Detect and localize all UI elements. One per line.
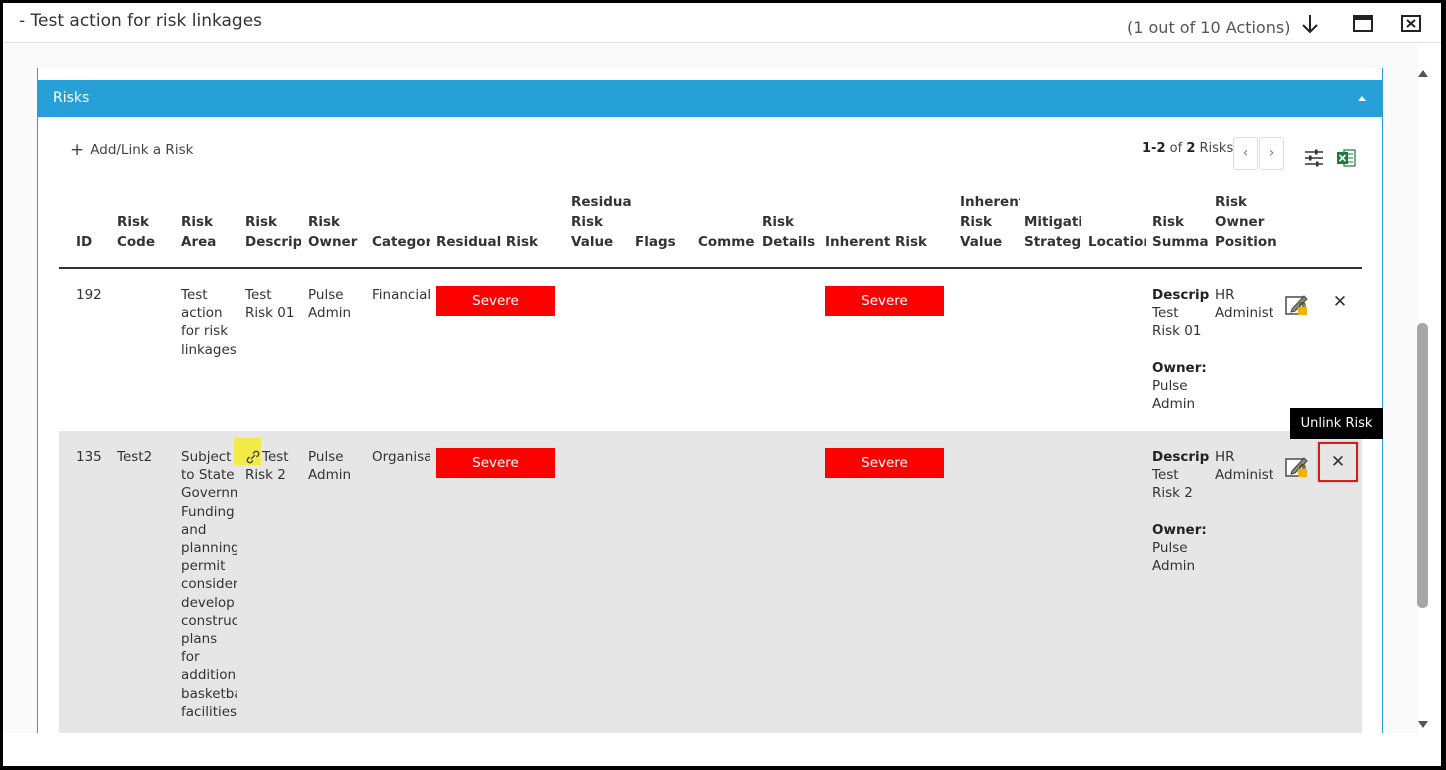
action-counter: (1 out of 10 Actions) [1127, 18, 1291, 37]
cell-risk-code: Test2 [117, 449, 153, 465]
modal-title: - Test action for risk linkages [19, 11, 263, 31]
add-link-risk-button[interactable]: + Add/Link a Risk [70, 140, 193, 160]
header-residual-risk-value[interactable]: Residual Risk Value [571, 192, 631, 252]
cell-risk-description[interactable]: Test Risk 2 [245, 448, 301, 484]
unlink-x-icon[interactable]: ✕ [1327, 289, 1353, 315]
table-row[interactable]: 192 Test action for risk linkages Test Risk … [59, 269, 1362, 431]
plus-icon: + [70, 140, 85, 160]
pager-range: 1-2 [1142, 141, 1166, 156]
table-row[interactable]: 135 Test2 Subject to State Governm Funding a… [59, 431, 1362, 735]
cell-category: Financial [372, 287, 430, 303]
cell-risk-owner-position: HR Administ [1215, 449, 1273, 484]
unlink-x-icon[interactable]: ✕ [1318, 442, 1358, 482]
edit-lock-icon[interactable] [1284, 292, 1310, 318]
scroll-up-icon[interactable] [1418, 70, 1428, 77]
modal-window: - Test action for risk linkages (1 out o… [3, 3, 1441, 766]
cell-risk-description[interactable]: Test Risk 01 [245, 286, 301, 322]
inherent-risk-badge: Severe [825, 286, 944, 316]
residual-risk-badge: Severe [436, 286, 555, 316]
header-comments[interactable]: Commer [698, 232, 754, 252]
chevron-left-icon[interactable]: ‹ [1233, 137, 1258, 170]
cell-risk-summary: Descript TestRisk 2 Owner: PulseAdmin [1152, 449, 1209, 575]
risks-panel-header[interactable]: Risks [38, 80, 1382, 117]
column-settings-icon[interactable] [1303, 147, 1325, 169]
cell-risk-summary: Descript TestRisk 01 Owner: PulseAdmin [1152, 287, 1209, 413]
header-risk-summary[interactable]: RiskSummar [1152, 212, 1208, 252]
header-category[interactable]: Category [372, 232, 430, 252]
cell-risk-area: Subject to State Governm Funding and planning… [181, 449, 237, 720]
cell-id: 192 [76, 287, 102, 303]
cell-id: 135 [76, 449, 102, 465]
header-risk-details[interactable]: Risk Details [762, 212, 818, 252]
header-inherent-risk-value[interactable]: Inherent Risk Value [960, 192, 1020, 252]
header-location[interactable]: Location [1088, 232, 1146, 252]
risks-table: ID RiskCode RiskArea RiskDescript RiskOw… [59, 175, 1362, 735]
edit-lock-icon[interactable] [1284, 454, 1310, 480]
residual-risk-badge: Severe [436, 448, 555, 478]
collapse-caret-icon[interactable] [1358, 96, 1366, 101]
header-risk-area[interactable]: Risk Area [181, 212, 237, 252]
chevron-right-icon[interactable]: › [1259, 137, 1284, 170]
pager-summary: 1-2 of 2 Risks [1142, 141, 1233, 156]
cell-category: Organisa [372, 449, 430, 465]
pager-total: 2 [1186, 141, 1196, 156]
header-risk-owner-position[interactable]: Risk Owner Position [1215, 192, 1277, 252]
cell-risk-owner: Pulse Admin [308, 449, 352, 484]
add-link-risk-label: Add/Link a Risk [90, 142, 194, 158]
maximize-icon[interactable] [1352, 13, 1374, 35]
risks-panel: Risks + Add/Link a Risk 1-2 of 2 Risks ‹ … [37, 68, 1383, 766]
header-flags[interactable]: Flags [635, 232, 691, 252]
header-risk-description[interactable]: RiskDescript [245, 212, 301, 252]
scrollbar-thumb[interactable] [1417, 323, 1428, 608]
cell-risk-area: Test action for risk linkages [181, 287, 237, 358]
excel-export-icon[interactable] [1335, 147, 1357, 169]
header-id[interactable]: ID [76, 232, 92, 252]
unlink-risk-tooltip: Unlink Risk [1290, 408, 1383, 439]
header-mitigation-strategy[interactable]: MitigatioStrategy [1024, 212, 1081, 252]
pager-unit: Risks [1199, 141, 1234, 156]
header-risk-code[interactable]: Risk Code [117, 212, 173, 252]
header-risk-owner[interactable]: Risk Owner [308, 212, 364, 252]
bottom-spacer [3, 733, 1418, 766]
pager-of: of [1169, 141, 1183, 156]
header-residual-risk[interactable]: Residual Risk [436, 232, 556, 252]
cell-risk-owner: Pulse Admin [308, 287, 352, 322]
inherent-risk-badge: Severe [825, 448, 944, 478]
arrow-down-icon[interactable] [1299, 13, 1321, 35]
risks-panel-title: Risks [53, 90, 90, 106]
header-inherent-risk[interactable]: Inherent Risk [825, 232, 945, 252]
modal-titlebar: - Test action for risk linkages (1 out o… [3, 3, 1441, 43]
close-icon[interactable] [1400, 13, 1422, 35]
scroll-down-icon[interactable] [1418, 721, 1428, 728]
cell-risk-owner-position: HR Administ [1215, 287, 1273, 322]
